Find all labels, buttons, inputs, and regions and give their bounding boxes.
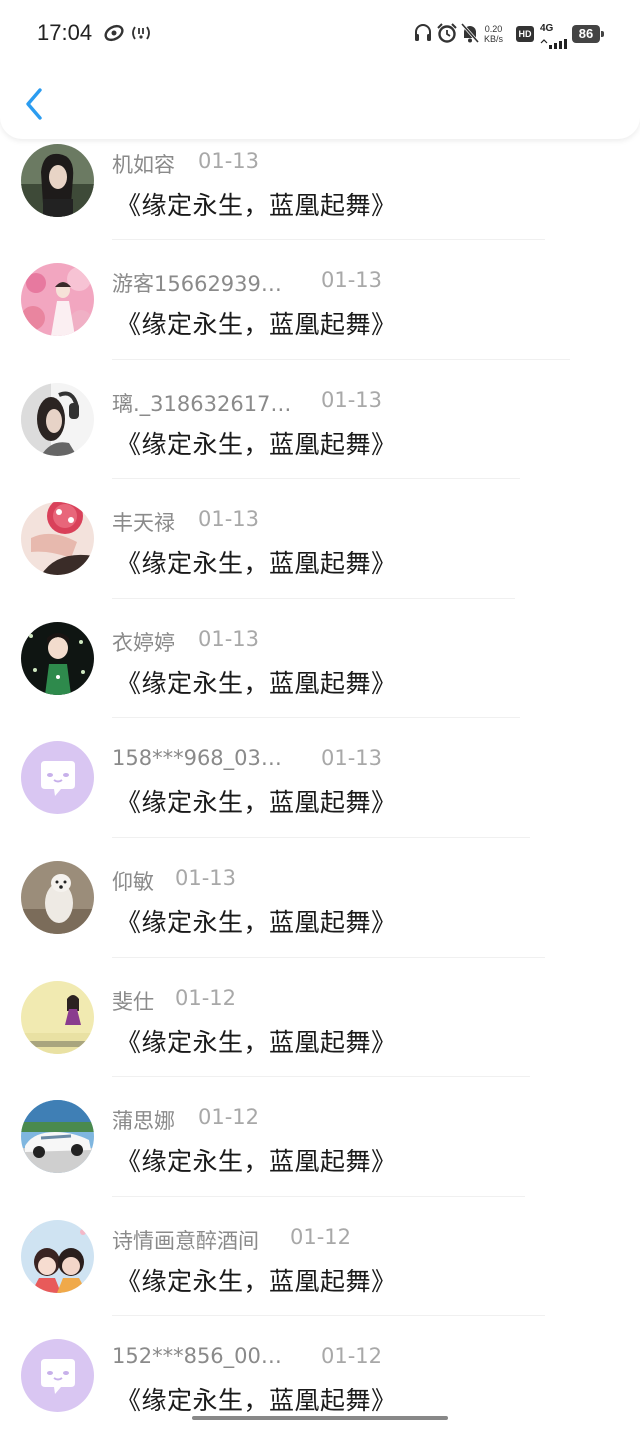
- message-date: 01-12: [290, 1224, 352, 1249]
- list-item[interactable]: 机如容 01-13 《缘定永生，蓝凰起舞》: [0, 139, 640, 240]
- message-date: 01-12: [321, 1344, 383, 1369]
- message-date: 01-13: [198, 626, 260, 651]
- message-preview: 《缘定永生，蓝凰起舞》: [116, 1027, 397, 1057]
- message-preview: 《缘定永生，蓝凰起舞》: [116, 668, 397, 698]
- list-item[interactable]: 衣婷婷 01-13 《缘定永生，蓝凰起舞》: [0, 599, 640, 719]
- list-item[interactable]: 蒲思娜 01-12 《缘定永生，蓝凰起舞》: [0, 1077, 640, 1197]
- mute-bell-icon: [460, 22, 480, 48]
- avatar[interactable]: [21, 1219, 94, 1293]
- message-date: 01-13: [321, 268, 383, 292]
- avatar[interactable]: [21, 382, 94, 456]
- headphones-icon: [414, 22, 432, 48]
- message-preview: 《缘定永生，蓝凰起舞》: [116, 1147, 397, 1177]
- hd-badge: HD: [516, 26, 534, 42]
- message-preview: 《缘定永生，蓝凰起舞》: [116, 310, 397, 339]
- message-preview: 《缘定永生，蓝凰起舞》: [116, 191, 397, 220]
- net-speed-unit: KB/s: [484, 34, 504, 44]
- net-speed-value: 0.20: [484, 24, 503, 34]
- message-date: 01-12: [175, 985, 237, 1010]
- list-item[interactable]: 诗情画意醉酒间 01-12 《缘定永生，蓝凰起舞》: [0, 1197, 640, 1317]
- status-bar: 17:04 0.20 KB/s HD 4G 86: [0, 0, 640, 70]
- list-item[interactable]: 仰敏 01-13 《缘定永生，蓝凰起舞》: [0, 838, 640, 958]
- contact-name: 斐仕: [112, 989, 154, 1014]
- message-preview: 《缘定永生，蓝凰起舞》: [116, 788, 397, 818]
- list-item[interactable]: 斐仕 01-12 《缘定永生，蓝凰起舞》: [0, 958, 640, 1078]
- contact-name: 蒲思娜: [112, 1109, 175, 1134]
- contact-name: 衣婷婷: [112, 630, 175, 655]
- back-button[interactable]: [18, 82, 52, 126]
- status-time: 17:04: [37, 20, 93, 45]
- top-bar: 17:04 0.20 KB/s HD 4G 86: [0, 0, 640, 139]
- alarm-icon: [436, 22, 458, 48]
- message-date: 01-13: [321, 746, 383, 771]
- message-preview: 《缘定永生，蓝凰起舞》: [116, 907, 397, 937]
- message-preview: 《缘定永生，蓝凰起舞》: [116, 1266, 397, 1296]
- contact-name: 游客15662939…: [112, 272, 282, 296]
- message-preview: 《缘定永生，蓝凰起舞》: [116, 549, 397, 579]
- signal-icon: [540, 34, 568, 53]
- net-speed: 0.20 KB/s: [484, 24, 503, 44]
- list-item[interactable]: 游客15662939… 01-13 《缘定永生，蓝凰起舞》: [0, 240, 640, 360]
- avatar[interactable]: [21, 263, 94, 336]
- avatar[interactable]: [21, 621, 94, 695]
- message-date: 01-12: [198, 1105, 260, 1130]
- list-item[interactable]: 158***968_03… 01-13 《缘定永生，蓝凰起舞》: [0, 718, 640, 838]
- default-chat-icon: [21, 1339, 94, 1413]
- avatar[interactable]: [21, 144, 94, 217]
- contact-name: 璃._318632617…: [112, 391, 292, 416]
- app-icon: [103, 22, 125, 48]
- avatar[interactable]: [21, 1100, 94, 1174]
- battery-indicator: 86: [572, 25, 604, 43]
- contact-name: 机如容: [112, 153, 175, 177]
- network-type: 4G: [540, 23, 554, 34]
- contact-name: 诗情画意醉酒间: [112, 1228, 259, 1253]
- list-item[interactable]: 璃._318632617… 01-13 《缘定永生，蓝凰起舞》: [0, 360, 640, 480]
- contact-name: 丰天禄: [112, 511, 175, 536]
- hotspot-icon: [130, 22, 152, 48]
- default-chat-icon: [21, 741, 94, 815]
- message-date: 01-13: [321, 387, 383, 412]
- avatar[interactable]: [21, 980, 94, 1054]
- contact-name: 152***856_00…: [112, 1344, 282, 1369]
- message-date: 01-13: [198, 507, 260, 532]
- back-arrow-icon: [26, 88, 42, 120]
- home-indicator[interactable]: [192, 1416, 448, 1420]
- avatar[interactable]: [21, 860, 94, 934]
- contact-name: 158***968_03…: [112, 746, 282, 771]
- message-list: 机如容 01-13 《缘定永生，蓝凰起舞》 游客15662939… 01-13 …: [0, 139, 640, 1436]
- message-preview: 《缘定永生，蓝凰起舞》: [116, 1386, 397, 1416]
- message-date: 01-13: [175, 865, 237, 890]
- avatar[interactable]: [21, 741, 94, 815]
- avatar[interactable]: [21, 502, 94, 576]
- avatar[interactable]: [21, 1339, 94, 1413]
- message-preview: 《缘定永生，蓝凰起舞》: [116, 429, 397, 459]
- list-item[interactable]: 丰天禄 01-13 《缘定永生，蓝凰起舞》: [0, 479, 640, 599]
- contact-name: 仰敏: [112, 869, 154, 894]
- message-date: 01-13: [198, 149, 260, 173]
